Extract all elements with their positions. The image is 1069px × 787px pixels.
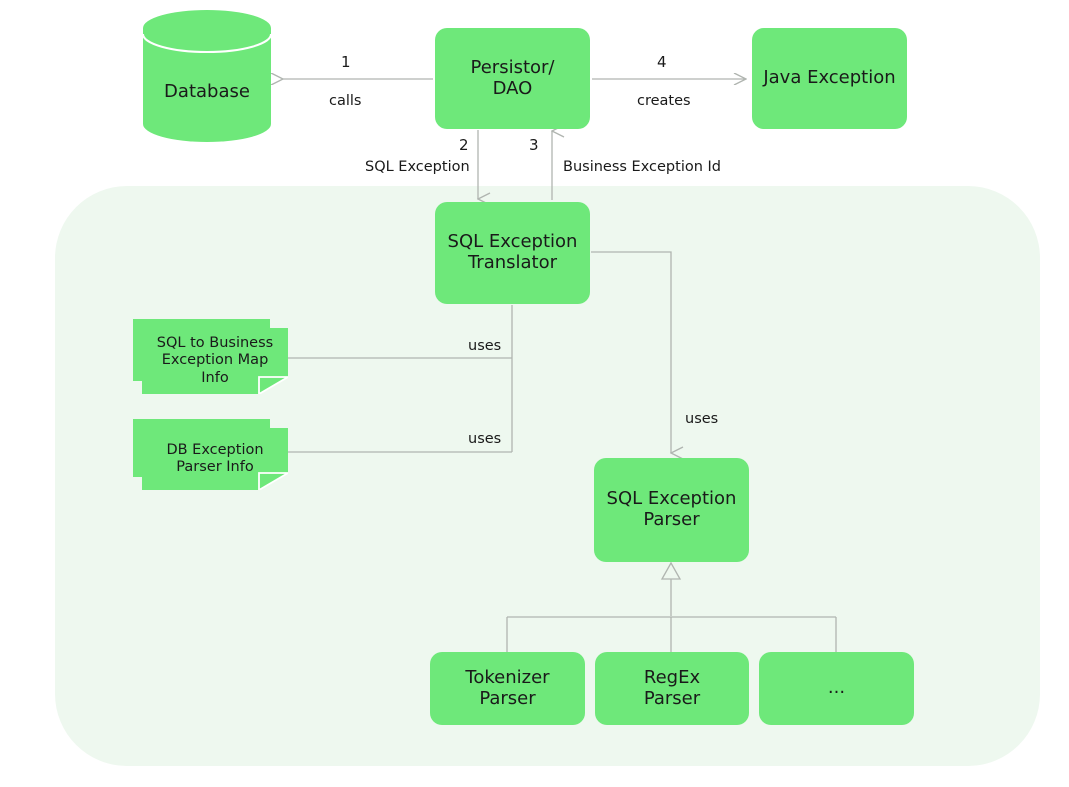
node-regex-parser[interactable]: RegEx Parser [595,652,749,725]
note-sql-to-business-exception-map-info[interactable]: SQL to Business Exception Map Info [133,319,288,394]
node-persistor-dao-line1: Persistor/ [470,56,555,78]
edge-number-2: 2 [459,136,469,154]
node-ellipsis-line1: ... [827,677,846,699]
node-sql-exception-translator-line2: Translator [467,252,558,273]
node-java-exception-line1: Java Exception [763,67,896,89]
note-line2: Exception Map [161,352,269,369]
edge-label-sql-exception: SQL Exception [365,159,470,175]
node-regex-parser-line1: RegEx [643,666,701,688]
note-front-layer: DB Exception Parser Info [142,428,288,490]
edge-label-creates: creates [637,93,691,109]
note-line2: Parser Info [176,459,254,475]
note-front-layer: SQL to Business Exception Map Info [142,328,288,394]
node-regex-parser-line2: Parser [643,687,701,709]
edge-label-uses-sql-to-business: uses [468,338,502,354]
edge-number-1: 1 [341,53,351,71]
edge-label-business-exception-id: Business Exception Id [563,159,721,175]
node-tokenizer-parser-line2: Parser [479,687,536,709]
node-persistor-dao[interactable]: Persistor/ DAO [435,28,590,129]
edge-number-4: 4 [657,53,667,71]
note-line3: Info [201,369,229,386]
node-sql-exception-parser[interactable]: SQL Exception Parser [594,458,749,562]
node-sql-exception-parser-line2: Parser [643,509,700,530]
note-line1: DB Exception [166,441,264,458]
node-tokenizer-parser-line1: Tokenizer [465,666,550,688]
edge-label-calls: calls [329,93,362,109]
node-persistor-dao-line2: DAO [492,77,533,99]
edge-label-uses-parser: uses [685,411,719,427]
edge-label-uses-db-exception: uses [468,431,502,447]
node-sql-exception-translator-line1: SQL Exception [447,231,578,253]
node-database-label: Database [164,80,250,102]
node-sql-exception-parser-line1: SQL Exception [606,488,737,510]
note-db-exception-parser-info[interactable]: DB Exception Parser Info [133,419,288,491]
node-sql-exception-translator[interactable]: SQL Exception Translator [435,202,590,304]
node-ellipsis[interactable]: ... [759,652,914,725]
diagram-canvas: Database Persistor/ DAO Java Exception S… [0,0,1069,787]
edge-number-3: 3 [529,136,539,154]
node-java-exception[interactable]: Java Exception [752,28,907,129]
note-line1: SQL to Business [156,334,274,351]
node-database[interactable]: Database [143,72,271,112]
node-tokenizer-parser[interactable]: Tokenizer Parser [430,652,585,725]
